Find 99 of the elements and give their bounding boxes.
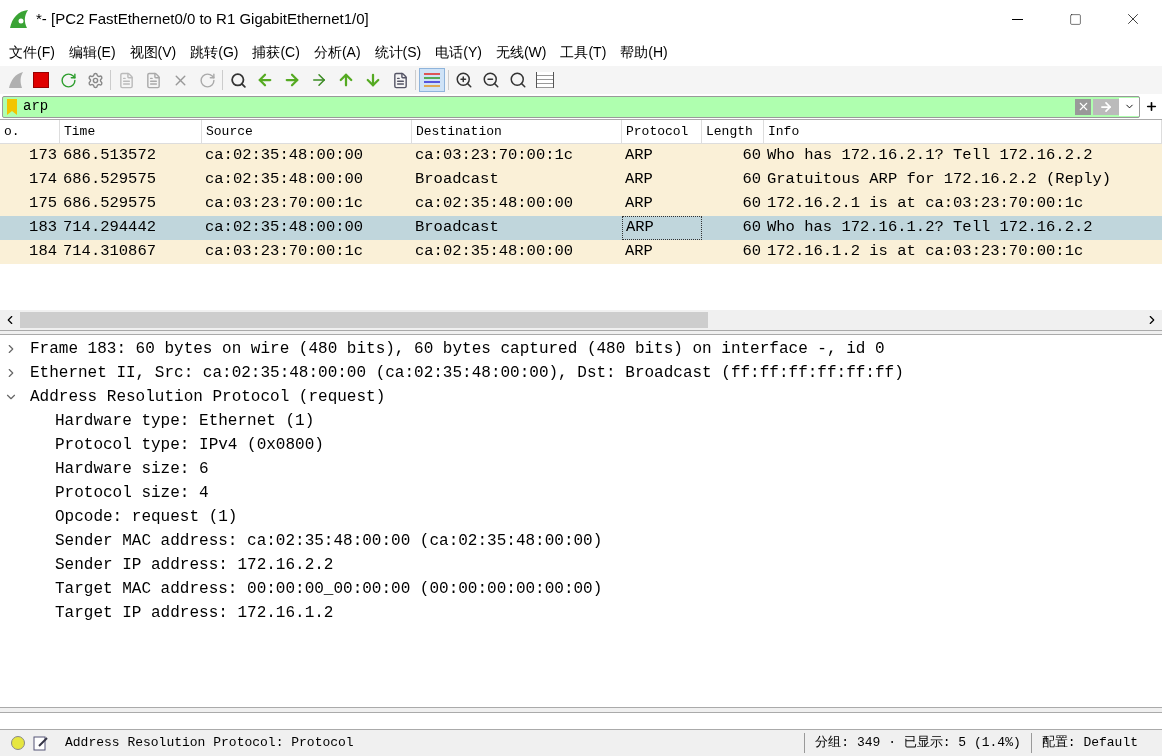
- tree-item[interactable]: Ethernet II, Src: ca:02:35:48:00:00 (ca:02:35:48:00:00), Dst: Broadcast (ff:ff:ff:ff:ff:ff): [30, 361, 904, 385]
- menu-item[interactable]: 电话(Y): [428, 41, 489, 63]
- maximize-icon: [1068, 12, 1082, 26]
- magnifier-icon: [509, 71, 527, 89]
- column-header[interactable]: Time: [60, 120, 202, 143]
- table-cell-text: 60: [741, 145, 762, 167]
- column-header[interactable]: o.: [0, 120, 60, 143]
- document-icon: [144, 71, 162, 89]
- window-title: *- [PC2 FastEthernet0/0 to R1 GigabitEthernet1/0]: [36, 8, 369, 29]
- clear-filter-button[interactable]: [1075, 98, 1091, 115]
- down-arrow-icon: [364, 71, 382, 89]
- table-cell-text: 60: [741, 169, 762, 191]
- table-cell-text: ca:02:35:48:00:00: [204, 145, 365, 167]
- edit-icon[interactable]: [33, 735, 49, 751]
- table-cell-text: ca:02:35:48:00:00: [414, 241, 575, 263]
- table-cell-text: ARP: [624, 169, 654, 191]
- document-icon: [391, 71, 409, 89]
- refresh-icon: [198, 71, 216, 89]
- table-cell-text: 174: [28, 169, 58, 191]
- table-cell-text: 714.294442: [62, 217, 157, 239]
- table-cell-text: ca:03:23:70:00:1c: [204, 241, 365, 263]
- tree-item[interactable]: Opcode: request (1): [55, 505, 238, 529]
- table-cell-text: 60: [741, 217, 762, 239]
- tree-item[interactable]: Target MAC address: 00:00:00_00:00:00 (00:00:00:00:00:00): [55, 577, 603, 601]
- table-cell-text: ca:02:35:48:00:00: [414, 193, 575, 215]
- column-header[interactable]: Protocol: [622, 120, 702, 143]
- plus-icon: [1144, 100, 1158, 113]
- table-cell-text: 183: [28, 217, 58, 239]
- search-icon: [229, 71, 247, 89]
- right-arrow-icon: [283, 71, 301, 89]
- table-cell-text: 686.529575: [62, 169, 157, 191]
- tree-item[interactable]: Protocol type: IPv4 (0x0800): [55, 433, 324, 457]
- document-icon: [117, 71, 135, 89]
- column-header[interactable]: Info: [764, 120, 1162, 143]
- horizontal-scrollbar[interactable]: [0, 310, 1162, 330]
- table-cell-text: 686.529575: [62, 193, 157, 215]
- table-cell-text: Who has 172.16.2.1? Tell 172.16.2.2: [766, 145, 1094, 167]
- table-cell-text: ca:02:35:48:00:00: [204, 217, 365, 239]
- packet-row[interactable]: 173 686.513572 ca:02:35:48:00:00 ca:03:23:70:00:1c ARP 60 Who has 172.16.2.1? Tell 172.16.2.2: [0, 144, 1162, 168]
- tree-item[interactable]: Sender MAC address: ca:02:35:48:00:00 (ca:02:35:48:00:00): [55, 529, 603, 553]
- apply-filter-button[interactable]: [1093, 98, 1119, 115]
- menu-item[interactable]: 编辑(E): [61, 41, 123, 63]
- table-cell-text: Broadcast: [414, 169, 500, 191]
- table-cell-text: 686.513572: [62, 145, 157, 167]
- packet-row[interactable]: 174 686.529575 ca:02:35:48:00:00 Broadcast ARP 60 Gratuitous ARP for 172.16.2.2 (Reply): [0, 168, 1162, 192]
- colorize-button[interactable]: [419, 68, 445, 92]
- app-logo-icon: [8, 8, 30, 30]
- right-arrow-icon: [310, 71, 328, 89]
- table-cell-text: ca:03:23:70:00:1c: [204, 193, 365, 215]
- profile-label[interactable]: 配置: Default: [1041, 733, 1138, 753]
- filter-field[interactable]: arp: [2, 95, 1140, 118]
- packet-row[interactable]: 184 714.310867 ca:03:23:70:00:1c ca:02:35:48:00:00 ARP 60 172.16.1.2 is at ca:03:23:70:00:1c: [0, 240, 1162, 264]
- column-header[interactable]: Length: [702, 120, 764, 143]
- tree-item[interactable]: Hardware type: Ethernet (1): [55, 409, 315, 433]
- menu-item[interactable]: 捕获(C): [245, 41, 307, 63]
- gear-icon: [86, 71, 104, 89]
- zoom-in-icon: [455, 71, 473, 89]
- refresh-icon: [59, 71, 77, 89]
- table-cell-text: ARP: [624, 145, 654, 167]
- table-cell-text: 172.16.2.1 is at ca:03:23:70:00:1c: [766, 193, 1085, 215]
- table-cell-text: Broadcast: [414, 217, 500, 239]
- table-cell-text: ca:03:23:70:00:1c: [414, 145, 575, 167]
- table-cell-text: 60: [741, 193, 762, 215]
- tree-item[interactable]: Sender IP address: 172.16.2.2: [55, 553, 334, 577]
- tree-item[interactable]: Hardware size: 6: [55, 457, 209, 481]
- table-cell-text: 173: [28, 145, 58, 167]
- table-cell-text: 184: [28, 241, 58, 263]
- packet-row[interactable]: 183 714.294442 ca:02:35:48:00:00 Broadcast ARP 60 Who has 172.16.1.2? Tell 172.16.2.2: [0, 216, 1162, 240]
- menu-item[interactable]: 无线(W): [488, 41, 554, 63]
- start-capture-icon[interactable]: [6, 70, 26, 90]
- table-cell-text: ARP: [624, 241, 654, 263]
- menu-item[interactable]: 跳转(G): [183, 41, 246, 63]
- table-cell-text: 60: [741, 241, 762, 263]
- menu-item[interactable]: 统计(S): [367, 41, 429, 63]
- field-info: Address Resolution Protocol: Protocol: [65, 734, 354, 753]
- bookmark-icon: [7, 98, 17, 115]
- table-cell-text: ca:02:35:48:00:00: [204, 169, 365, 191]
- menu-item[interactable]: 分析(A): [306, 41, 368, 63]
- tree-item[interactable]: Target IP address: 172.16.1.2: [55, 601, 334, 625]
- column-header[interactable]: Destination: [412, 120, 622, 143]
- tree-item[interactable]: Address Resolution Protocol (request): [30, 385, 386, 409]
- table-cell-text: 714.310867: [62, 241, 157, 263]
- tree-item[interactable]: Frame 183: 60 bytes on wire (480 bits), 60 bytes captured (480 bits) on interface -, id 0: [30, 337, 885, 361]
- table-cell-text: 175: [28, 193, 58, 215]
- menu-item[interactable]: 帮助(H): [613, 41, 675, 63]
- menu-item[interactable]: 工具(T): [553, 41, 614, 63]
- column-header[interactable]: Source: [202, 120, 412, 143]
- table-cell-text: Who has 172.16.1.2? Tell 172.16.2.2: [766, 217, 1094, 239]
- menu-item[interactable]: 视图(V): [122, 41, 184, 63]
- menu-item[interactable]: 文件(F): [2, 41, 62, 63]
- table-cell-text: ARP: [624, 193, 654, 215]
- packet-count: 分组: 349 · 已显示: 5 (1.4%): [815, 734, 1021, 753]
- status-icon[interactable]: [11, 736, 25, 750]
- table-cell-text: Gratuitous ARP for 172.16.2.2 (Reply): [766, 169, 1113, 191]
- zoom-out-icon: [482, 71, 500, 89]
- table-cell-text: 172.16.1.2 is at ca:03:23:70:00:1c: [766, 241, 1085, 263]
- packet-row[interactable]: 175 686.529575 ca:03:23:70:00:1c ca:02:35:48:00:00 ARP 60 172.16.2.1 is at ca:03:23:70:00:1c: [0, 192, 1162, 216]
- minimize-icon: [1011, 18, 1023, 20]
- tree-item[interactable]: Protocol size: 4: [55, 481, 209, 505]
